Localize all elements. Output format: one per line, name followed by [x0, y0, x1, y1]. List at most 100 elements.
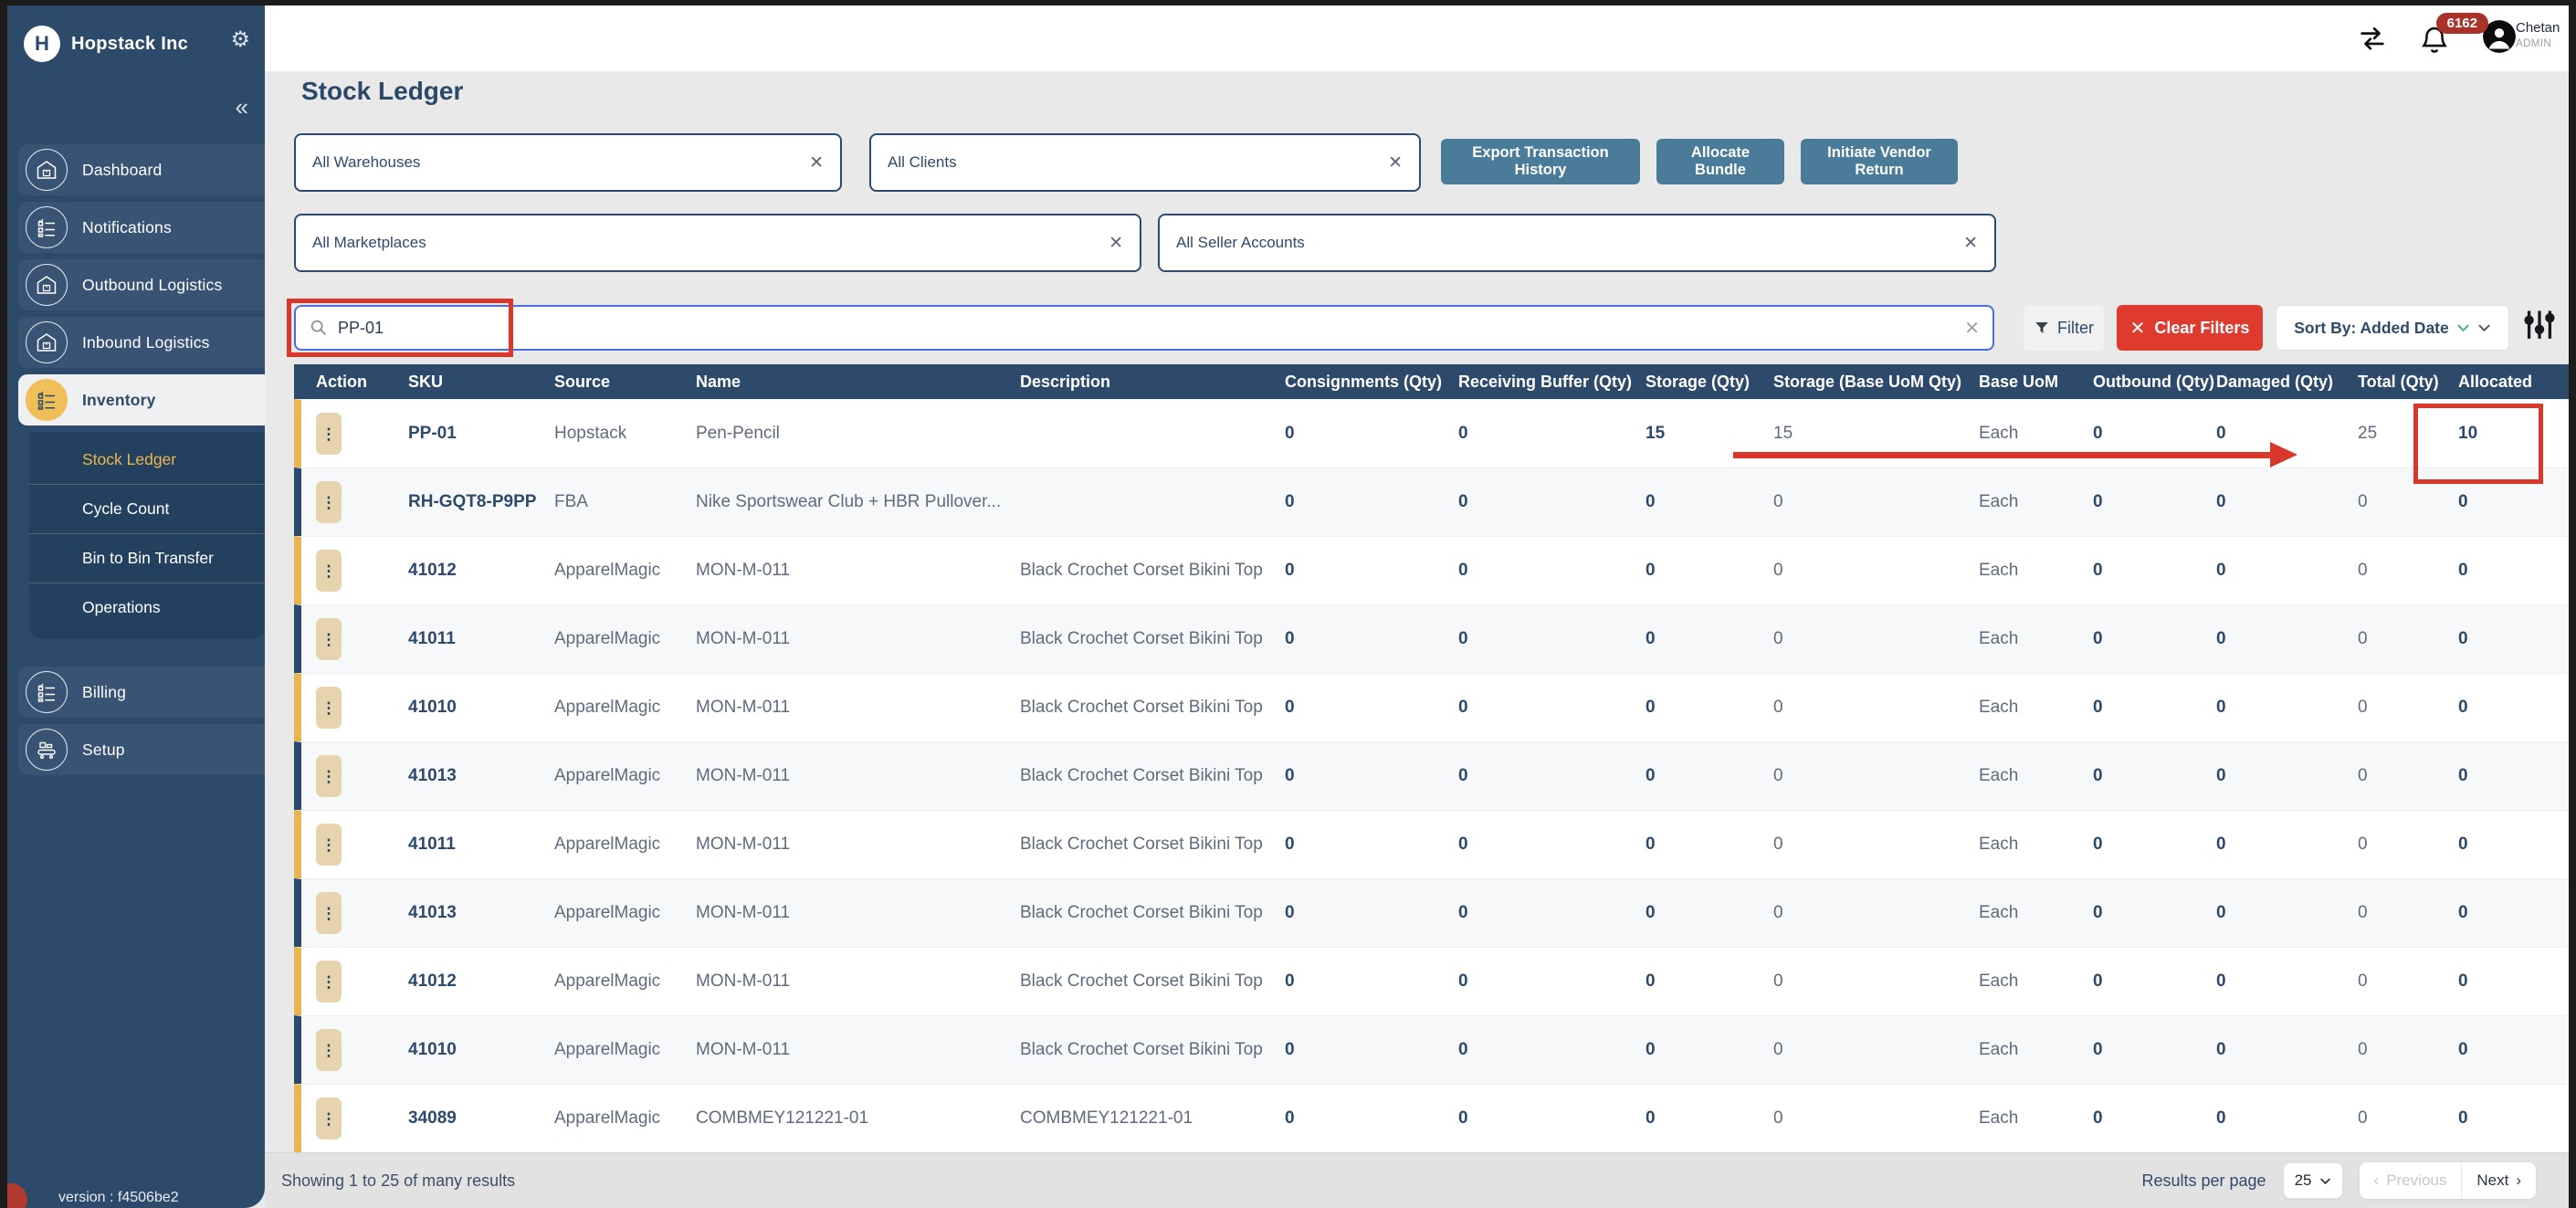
cell-description: Black Crochet Corset Bikini Top [1009, 698, 1274, 718]
submenu-item-bin-to-bin-transfer[interactable]: Bin to Bin Transfer [29, 533, 265, 583]
cell-source: ApparelMagic [543, 698, 685, 718]
cell-description: Black Crochet Corset Bikini Top [1009, 835, 1274, 855]
clear-clients-icon[interactable]: ✕ [1388, 152, 1403, 173]
transfer-arrows-icon[interactable] [2357, 24, 2388, 55]
submenu-item-stock-ledger[interactable]: Stock Ledger [29, 436, 265, 484]
seller-accounts-filter[interactable]: All Seller Accounts ✕ [1158, 214, 1996, 272]
column-header-storage: Storage (Qty) [1635, 373, 1762, 392]
cell-sku[interactable]: 41010 [397, 1040, 543, 1060]
row-actions-button[interactable]: ⋮ [316, 892, 342, 934]
cell-allocated: 0 [2447, 835, 2569, 855]
company-name: Hopstack Inc [71, 34, 188, 55]
row-actions-button[interactable]: ⋮ [316, 755, 342, 797]
gear-icon[interactable]: ⚙ [230, 29, 250, 51]
row-actions-button[interactable]: ⋮ [316, 550, 342, 592]
user-info[interactable]: Chetan ADMIN [2516, 20, 2567, 50]
cell-storage: 0 [1635, 766, 1762, 786]
submenu-item-operations[interactable]: Operations [29, 583, 265, 632]
cell-storage_base_uom: 0 [1762, 1108, 1968, 1129]
clients-filter[interactable]: All Clients ✕ [869, 133, 1421, 192]
column-header-receiving-buffer: Receiving Buffer (Qty) [1447, 373, 1635, 392]
cell-sku[interactable]: PP-01 [397, 424, 543, 444]
allocate-bundle-button[interactable]: Allocate Bundle [1656, 139, 1784, 184]
sidebar-item-inventory[interactable]: Inventory [18, 374, 265, 425]
sidebar-item-label: Notifications [82, 218, 172, 237]
cell-source: ApparelMagic [543, 903, 685, 923]
sidebar-collapse-icon[interactable]: « [7, 68, 265, 119]
sidebar-item-dashboard[interactable]: Dashboard [18, 144, 265, 195]
clear-warehouses-icon[interactable]: ✕ [809, 152, 824, 173]
row-actions-button[interactable]: ⋮ [316, 687, 342, 729]
row-actions-button[interactable]: ⋮ [316, 481, 342, 523]
row-actions-button[interactable]: ⋮ [316, 961, 342, 1003]
warehouses-filter[interactable]: All Warehouses ✕ [294, 133, 842, 192]
previous-page-button[interactable]: ‹ Previous [2360, 1162, 2462, 1199]
next-page-button[interactable]: Next › [2461, 1162, 2536, 1199]
column-header-action: Action [301, 373, 397, 392]
cell-sku[interactable]: 34089 [397, 1108, 543, 1129]
cell-storage_base_uom: 0 [1762, 698, 1968, 718]
cell-name: MON-M-011 [685, 629, 1009, 649]
clear-seller-accounts-icon[interactable]: ✕ [1963, 233, 1978, 254]
row-actions-button[interactable]: ⋮ [316, 1029, 342, 1071]
cell-damaged: 0 [2205, 629, 2347, 649]
cell-sku[interactable]: 41012 [397, 972, 543, 992]
cell-action: ⋮ [301, 1029, 397, 1071]
cell-sku[interactable]: 41012 [397, 561, 543, 581]
clear-filters-label: Clear Filters [2154, 319, 2249, 338]
cell-sku[interactable]: 41013 [397, 903, 543, 923]
marketplaces-filter[interactable]: All Marketplaces ✕ [294, 214, 1141, 272]
cell-action: ⋮ [301, 755, 397, 797]
cell-storage_base_uom: 0 [1762, 561, 1968, 581]
cell-sku[interactable]: 41011 [397, 629, 543, 649]
sidebar-header: H Hopstack Inc ⚙ [7, 5, 265, 68]
column-settings-icon[interactable] [2522, 309, 2557, 347]
sidebar-item-setup[interactable]: Setup [18, 724, 265, 775]
sidebar-item-billing[interactable]: Billing [18, 667, 265, 718]
cell-sku[interactable]: RH-GQT8-P9PP [397, 492, 543, 512]
search-input[interactable] [338, 319, 1964, 338]
cell-receiving_buffer: 0 [1447, 903, 1635, 923]
row-actions-button[interactable]: ⋮ [316, 618, 342, 660]
sidebar-item-notifications[interactable]: Notifications [18, 202, 265, 253]
cell-total: 0 [2347, 1108, 2447, 1129]
clear-marketplaces-icon[interactable]: ✕ [1109, 233, 1123, 254]
cell-action: ⋮ [301, 824, 397, 866]
row-actions-button[interactable]: ⋮ [316, 413, 342, 455]
cell-allocated: 0 [2447, 766, 2569, 786]
cell-consignments: 0 [1274, 629, 1447, 649]
warehouses-filter-value: All Warehouses [312, 153, 420, 172]
cell-consignments: 0 [1274, 424, 1447, 444]
cell-total: 0 [2347, 561, 2447, 581]
page-size-select[interactable]: 25 [2283, 1162, 2343, 1199]
clear-filters-button[interactable]: ✕ Clear Filters [2117, 305, 2263, 351]
search-icon [309, 318, 329, 338]
cell-sku[interactable]: 41010 [397, 698, 543, 718]
initiate-vendor-return-button[interactable]: Initiate Vendor Return [1801, 139, 1958, 184]
table-row: ⋮41013ApparelMagicMON-M-011Black Crochet… [294, 878, 2569, 947]
row-actions-button[interactable]: ⋮ [316, 824, 342, 866]
cell-outbound: 0 [2082, 492, 2205, 512]
sidebar-item-outbound-logistics[interactable]: Outbound Logistics [18, 259, 265, 310]
column-header-storage-base-uom: Storage (Base UoM Qty) [1762, 373, 1968, 392]
cell-source: ApparelMagic [543, 1040, 685, 1060]
cell-allocated: 0 [2447, 492, 2569, 512]
cell-sku[interactable]: 41011 [397, 835, 543, 855]
pagination-footer: Showing 1 to 25 of many results Results … [265, 1152, 2569, 1208]
export-transaction-history-button[interactable]: Export Transaction History [1441, 139, 1640, 184]
search-clear-icon[interactable]: ✕ [1964, 317, 1980, 340]
cell-description: Black Crochet Corset Bikini Top [1009, 561, 1274, 581]
cell-description: Black Crochet Corset Bikini Top [1009, 972, 1274, 992]
sidebar-item-inbound-logistics[interactable]: Inbound Logistics [18, 317, 265, 368]
checklist-icon [26, 671, 68, 713]
sort-by-dropdown[interactable]: Sort By: Added Date [2276, 305, 2509, 351]
row-actions-button[interactable]: ⋮ [316, 1098, 342, 1140]
filter-button[interactable]: Filter [2024, 305, 2104, 351]
cell-sku[interactable]: 41013 [397, 766, 543, 786]
cell-damaged: 0 [2205, 698, 2347, 718]
cell-receiving_buffer: 0 [1447, 835, 1635, 855]
results-summary: Showing 1 to 25 of many results [281, 1171, 515, 1191]
submenu-item-cycle-count[interactable]: Cycle Count [29, 484, 265, 533]
cell-total: 0 [2347, 835, 2447, 855]
cell-name: MON-M-011 [685, 561, 1009, 581]
